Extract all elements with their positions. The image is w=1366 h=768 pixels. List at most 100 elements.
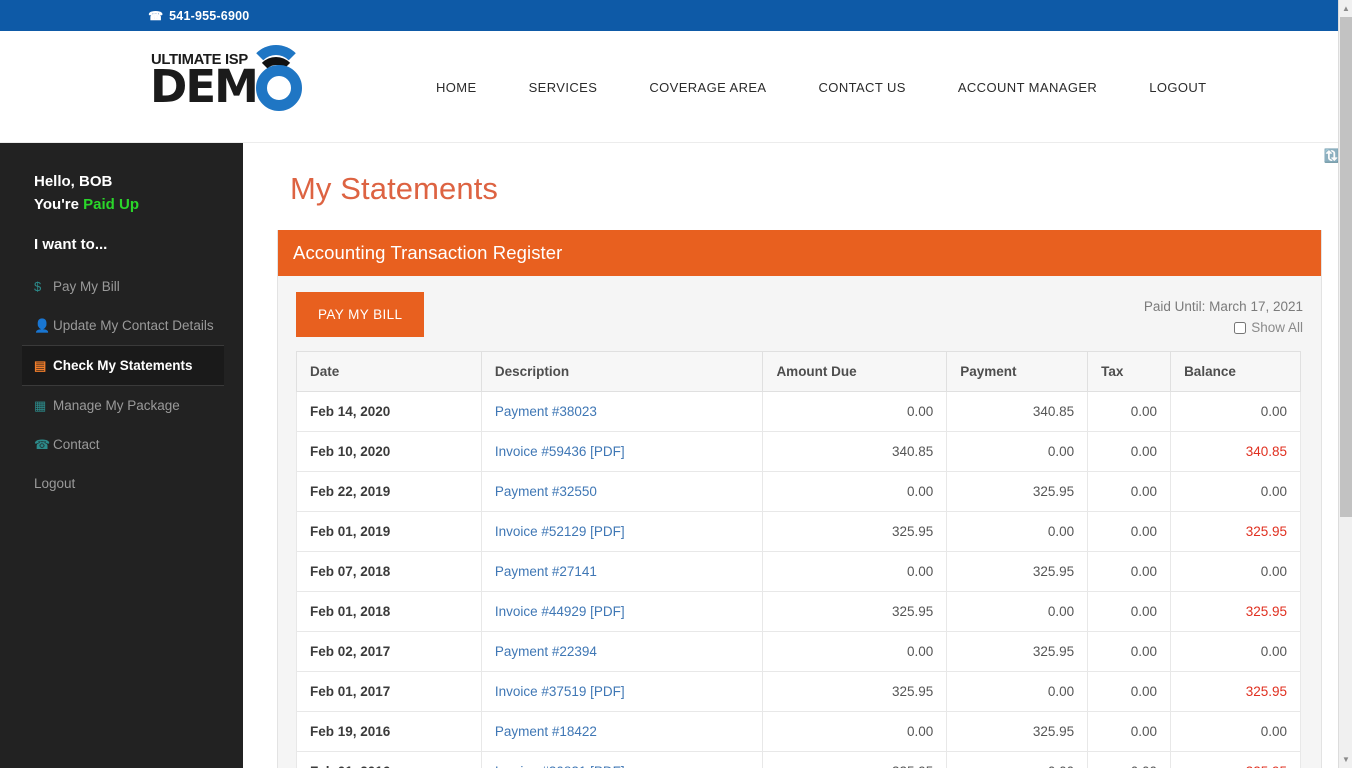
sidebar: Hello, BOB You're Paid Up I want to... $… [0,143,243,768]
transaction-link[interactable]: Payment #27141 [495,564,597,579]
column-header-tax[interactable]: Tax [1088,352,1171,392]
column-header-payment[interactable]: Payment [947,352,1088,392]
cell-tax: 0.00 [1088,672,1171,712]
cell-amount-due: 0.00 [763,472,947,512]
nav-item-contact-us[interactable]: CONTACT US [793,80,932,95]
cell-payment: 325.95 [947,712,1088,752]
cell-tax: 0.00 [1088,472,1171,512]
cell-date: Feb 22, 2019 [297,472,482,512]
sidebar-item-logout[interactable]: Logout [0,464,243,503]
transaction-link[interactable]: Invoice #52129 [PDF] [495,524,625,539]
transaction-link[interactable]: Invoice #44929 [PDF] [495,604,625,619]
nav-item-services[interactable]: SERVICES [503,80,624,95]
cell-description: Invoice #30821 [PDF] [481,752,763,768]
user-icon: 👤 [34,317,53,334]
cell-balance: 0.00 [1171,552,1301,592]
body-wrapper: Hello, BOB You're Paid Up I want to... $… [0,143,1352,768]
transaction-link[interactable]: Payment #22394 [495,644,597,659]
phone-icon: ☎ [148,9,163,23]
table-row: Feb 14, 2020Payment #380230.00340.850.00… [297,392,1301,432]
column-header-description[interactable]: Description [481,352,763,392]
scroll-down-arrow-icon[interactable]: ▼ [1339,751,1352,768]
sidebar-item-manage-my-package[interactable]: ▦Manage My Package [0,386,243,425]
show-all-checkbox[interactable] [1234,322,1246,334]
cell-payment: 325.95 [947,632,1088,672]
sidebar-menu: $Pay My Bill 👤Update My Contact Details … [0,267,243,503]
cell-date: Feb 01, 2019 [297,512,482,552]
column-header-date[interactable]: Date [297,352,482,392]
topbar-phone-number[interactable]: 541-955-6900 [169,9,249,23]
page-scrollbar[interactable]: ▲ ▼ [1338,0,1352,768]
sidebar-item-contact[interactable]: ☎Contact [0,425,243,464]
cell-balance: 325.95 [1171,592,1301,632]
cell-description: Payment #22394 [481,632,763,672]
cell-tax: 0.00 [1088,552,1171,592]
transaction-link[interactable]: Invoice #30821 [PDF] [495,764,625,768]
phone-icon: ☎ [34,436,53,453]
cell-balance: 0.00 [1171,712,1301,752]
sidebar-item-update-contact-details[interactable]: 👤Update My Contact Details [0,306,243,345]
transactions-table: Date Description Amount Due Payment Tax … [296,351,1301,768]
sidebar-item-label: Logout [34,476,75,491]
cell-date: Feb 01, 2016 [297,752,482,768]
cell-payment: 0.00 [947,672,1088,712]
transaction-link[interactable]: Payment #32550 [495,484,597,499]
cell-amount-due: 0.00 [763,392,947,432]
column-header-amount-due[interactable]: Amount Due [763,352,947,392]
cubes-icon: ▦ [34,397,53,414]
cell-balance: 0.00 [1171,632,1301,672]
greeting-text: Hello, BOB [34,171,243,194]
column-header-balance[interactable]: Balance [1171,352,1301,392]
cell-tax: 0.00 [1088,392,1171,432]
scroll-up-arrow-icon[interactable]: ▲ [1339,0,1352,17]
nav-item-account-manager[interactable]: ACCOUNT MANAGER [932,80,1123,95]
nav-item-coverage-area[interactable]: COVERAGE AREA [623,80,792,95]
list-alt-icon: ▤ [34,357,53,374]
pay-my-bill-button[interactable]: PAY MY BILL [296,292,424,337]
paid-until-block: Paid Until: March 17, 2021 Show All [1144,296,1303,340]
scrollbar-thumb[interactable] [1340,17,1352,517]
cell-date: Feb 02, 2017 [297,632,482,672]
sidebar-item-pay-my-bill[interactable]: $Pay My Bill [0,267,243,306]
cell-date: Feb 01, 2018 [297,592,482,632]
transaction-register-panel: Accounting Transaction Register PAY MY B… [277,230,1322,768]
transaction-link[interactable]: Payment #18422 [495,724,597,739]
sidebar-item-label: Manage My Package [53,398,180,413]
panel-body: PAY MY BILL Paid Until: March 17, 2021 S… [278,276,1321,768]
sidebar-item-check-my-statements[interactable]: ▤Check My Statements [22,345,224,386]
cell-date: Feb 10, 2020 [297,432,482,472]
site-logo[interactable]: ULTIMATE ISP DEMO [150,39,302,113]
table-row: Feb 01, 2018 Invoice #44929 [PDF] 325.95 0.… [297,592,1301,632]
table-header-row: Date Description Amount Due Payment Tax … [297,352,1301,392]
cell-amount-due: 325.95 [763,672,947,712]
cell-tax: 0.00 [1088,632,1171,672]
page-title: My Statements [290,171,1322,207]
cell-description: Invoice #52129 [PDF] [481,512,763,552]
paid-until-text: Paid Until: March 17, 2021 [1144,296,1303,317]
cell-payment: 0.00 [947,592,1088,632]
sidebar-item-label: Update My Contact Details [53,318,214,333]
transaction-link[interactable]: Payment #38023 [495,404,597,419]
site-header: ULTIMATE ISP DEMO HOME SERVICES COVERAGE… [0,31,1352,143]
transaction-link[interactable]: Invoice #59436 [PDF] [495,444,625,459]
show-all-toggle[interactable]: Show All [1234,317,1303,338]
nav-item-home[interactable]: HOME [410,80,503,95]
cell-date: Feb 19, 2016 [297,712,482,752]
cell-date: Feb 01, 2017 [297,672,482,712]
show-all-label: Show All [1251,317,1303,338]
cell-balance: 340.85 [1171,432,1301,472]
cell-amount-due: 325.95 [763,752,947,768]
cell-amount-due: 0.00 [763,712,947,752]
cell-amount-due: 0.00 [763,632,947,672]
cell-tax: 0.00 [1088,432,1171,472]
sidebar-greeting-block: Hello, BOB You're Paid Up [0,171,243,216]
table-row: Feb 22, 2019Payment #325500.00325.950.00… [297,472,1301,512]
cell-payment: 0.00 [947,752,1088,768]
cell-tax: 0.00 [1088,752,1171,768]
nav-item-logout[interactable]: LOGOUT [1123,80,1232,95]
cell-description: Payment #18422 [481,712,763,752]
cell-balance: 325.95 [1171,512,1301,552]
cell-amount-due: 0.00 [763,552,947,592]
transaction-link[interactable]: Invoice #37519 [PDF] [495,684,625,699]
sidebar-item-label: Pay My Bill [53,279,120,294]
